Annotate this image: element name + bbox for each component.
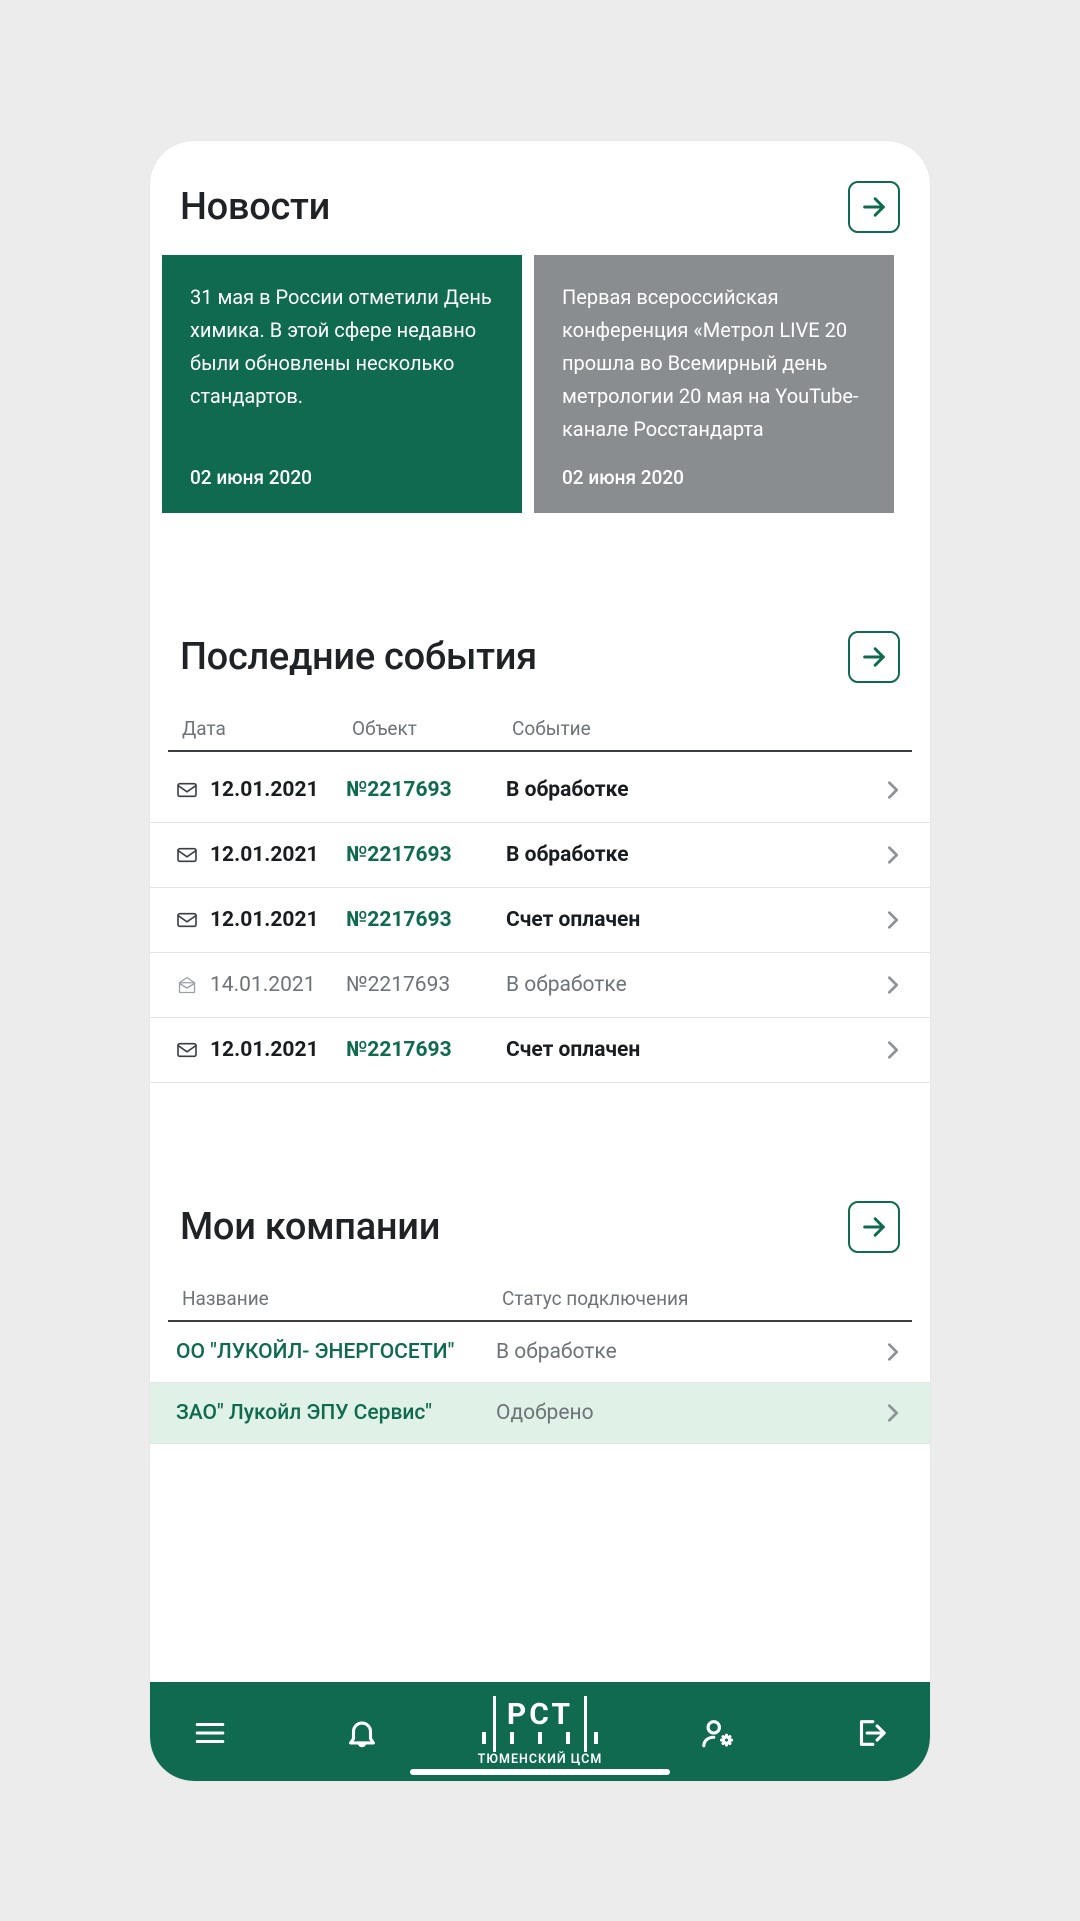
event-status: В обработке xyxy=(506,843,876,867)
arrow-right-icon xyxy=(860,643,888,671)
chevron-right-icon xyxy=(882,1341,904,1363)
mail-unread-icon xyxy=(176,781,198,799)
event-row[interactable]: 12.01.2021№2217693Счет оплачен xyxy=(150,888,930,953)
logo-sub-text: ТЮМЕНСКИЙ ЦСМ xyxy=(478,1752,603,1767)
chevron-right-icon xyxy=(882,974,904,996)
event-object-link[interactable]: №2217693 xyxy=(346,908,506,932)
news-card-date: 02 июня 2020 xyxy=(562,466,866,489)
news-see-all-button[interactable] xyxy=(848,181,900,233)
col-company-name: Название xyxy=(182,1287,502,1310)
col-object: Объект xyxy=(352,717,512,740)
companies-see-all-button[interactable] xyxy=(848,1201,900,1253)
events-title: Последние события xyxy=(180,635,537,679)
event-row[interactable]: 14.01.2021№2217693В обработке xyxy=(150,953,930,1018)
news-card-text: 31 мая в России отметили День химика. В … xyxy=(190,281,494,413)
events-table-body: 12.01.2021№2217693В обработке12.01.2021№… xyxy=(150,752,930,1083)
event-object-link[interactable]: №2217693 xyxy=(346,778,506,802)
scroll-content: Новости 31 мая в России отметили День хи… xyxy=(150,141,930,1682)
companies-table-body: ОО "ЛУКОЙЛ- ЭНЕРГОСЕТИ"В обработкеЗАО" Л… xyxy=(150,1322,930,1444)
event-status: Счет оплачен xyxy=(506,1038,876,1062)
bell-icon xyxy=(345,1716,379,1750)
chevron-right-icon xyxy=(882,779,904,801)
company-name-link[interactable]: ЗАО" Лукойл ЭПУ Сервис" xyxy=(176,1401,496,1425)
user-gear-icon xyxy=(701,1716,735,1750)
col-date: Дата xyxy=(182,717,352,740)
event-date: 14.01.2021 xyxy=(210,973,346,997)
company-status: В обработке xyxy=(496,1340,876,1364)
company-row[interactable]: ЗАО" Лукойл ЭПУ Сервис"Одобрено xyxy=(150,1383,930,1444)
news-card-date: 02 июня 2020 xyxy=(190,466,494,489)
event-status: В обработке xyxy=(506,973,876,997)
profile-settings-button[interactable] xyxy=(682,1705,754,1761)
logout-icon xyxy=(853,1716,887,1750)
company-name-link[interactable]: ОО "ЛУКОЙЛ- ЭНЕРГОСЕТИ" xyxy=(176,1340,496,1364)
event-row[interactable]: 12.01.2021№2217693В обработке xyxy=(150,823,930,888)
news-card-text: Первая всероссийская конференция «Метрол… xyxy=(562,281,866,446)
notifications-button[interactable] xyxy=(326,1705,398,1761)
col-company-status: Статус подключения xyxy=(502,1287,868,1310)
chevron-right-icon xyxy=(882,1039,904,1061)
companies-title: Мои компании xyxy=(180,1205,440,1249)
event-status: Счет оплачен xyxy=(506,908,876,932)
news-carousel[interactable]: 31 мая в России отметили День химика. В … xyxy=(150,255,930,513)
mail-unread-icon xyxy=(176,1041,198,1059)
chevron-right-icon xyxy=(882,1402,904,1424)
mail-unread-icon xyxy=(176,846,198,864)
event-date: 12.01.2021 xyxy=(210,778,346,802)
event-date: 12.01.2021 xyxy=(210,1038,346,1062)
event-date: 12.01.2021 xyxy=(210,843,346,867)
mail-unread-icon xyxy=(176,911,198,929)
news-card[interactable]: Первая всероссийская конференция «Метрол… xyxy=(534,255,894,513)
menu-button[interactable] xyxy=(174,1705,246,1761)
company-status: Одобрено xyxy=(496,1401,876,1425)
brand-logo: РСТ ТЮМЕНСКИЙ ЦСМ xyxy=(478,1700,603,1767)
event-object-link[interactable]: №2217693 xyxy=(346,843,506,867)
arrow-right-icon xyxy=(860,193,888,221)
companies-table-header: Название Статус подключения xyxy=(168,1275,912,1322)
logo-main-text: РСТ xyxy=(497,1700,583,1730)
event-status: В обработке xyxy=(506,778,876,802)
col-event: Событие xyxy=(512,717,868,740)
arrow-right-icon xyxy=(860,1213,888,1241)
event-row[interactable]: 12.01.2021№2217693Счет оплачен xyxy=(150,1018,930,1083)
logout-button[interactable] xyxy=(834,1705,906,1761)
companies-section-header: Мои компании xyxy=(150,1169,930,1275)
event-date: 12.01.2021 xyxy=(210,908,346,932)
company-row[interactable]: ОО "ЛУКОЙЛ- ЭНЕРГОСЕТИ"В обработке xyxy=(150,1322,930,1383)
news-card[interactable]: 31 мая в России отметили День химика. В … xyxy=(162,255,522,513)
app-screen: Новости 31 мая в России отметили День хи… xyxy=(150,141,930,1781)
event-row[interactable]: 12.01.2021№2217693В обработке xyxy=(150,752,930,823)
bottom-nav: РСТ ТЮМЕНСКИЙ ЦСМ xyxy=(150,1682,930,1781)
events-table-header: Дата Объект Событие xyxy=(168,705,912,752)
mail-read-icon xyxy=(176,976,198,994)
menu-icon xyxy=(193,1716,227,1750)
event-object-link[interactable]: №2217693 xyxy=(346,973,506,997)
home-indicator[interactable] xyxy=(410,1769,670,1775)
event-object-link[interactable]: №2217693 xyxy=(346,1038,506,1062)
news-section-header: Новости xyxy=(150,141,930,255)
news-title: Новости xyxy=(180,185,330,229)
chevron-right-icon xyxy=(882,844,904,866)
events-section-header: Последние события xyxy=(150,599,930,705)
chevron-right-icon xyxy=(882,909,904,931)
events-see-all-button[interactable] xyxy=(848,631,900,683)
